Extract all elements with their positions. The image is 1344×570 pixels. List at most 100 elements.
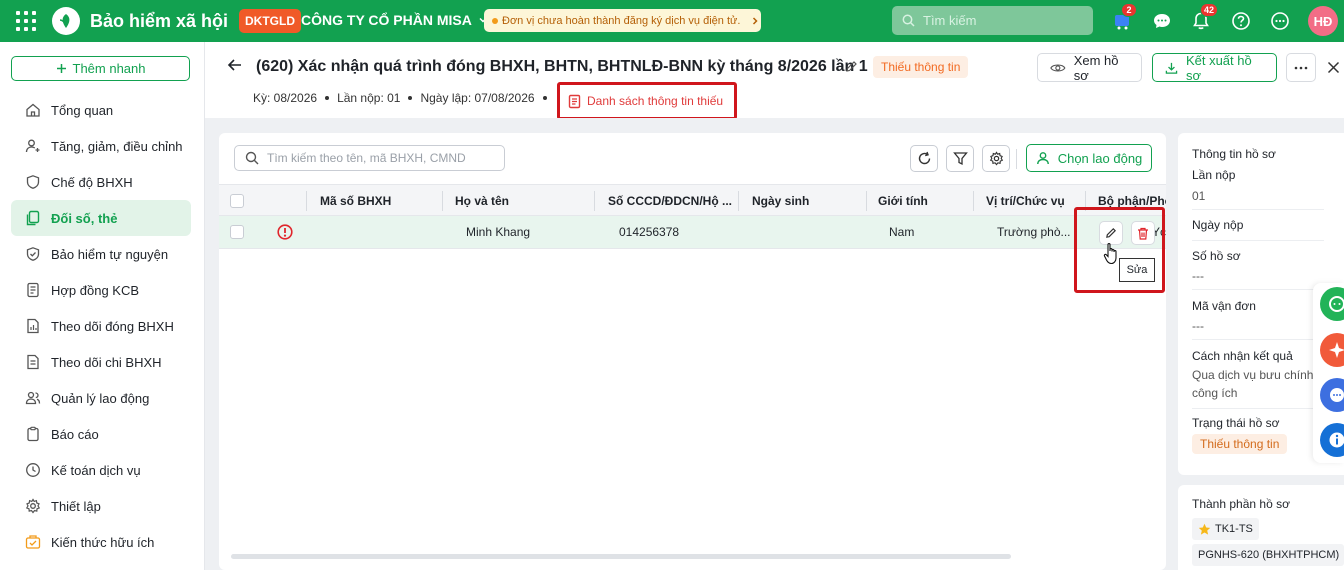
column-header-position[interactable]: Vị trí/Chức vụ [986, 185, 1086, 216]
choose-worker-button[interactable]: Chọn lao động [1026, 144, 1152, 172]
sidebar-item-accounting[interactable]: Kế toán dịch vụ [11, 452, 191, 488]
close-icon[interactable] [1327, 61, 1340, 74]
table-row[interactable]: Minh Khang 014256378 Nam Trường phò... O… [219, 216, 1166, 249]
cell-position: Trường phò... [997, 225, 1071, 239]
column-header-id[interactable]: Số CCCD/ĐDCN/Hộ ... [608, 185, 733, 216]
missing-info-list-link[interactable]: Danh sách thông tin thiếu [557, 82, 737, 120]
column-divider [738, 191, 739, 211]
cell-name: Minh Khang [466, 225, 531, 239]
table-settings-button[interactable] [982, 145, 1010, 172]
sidebar-item-label: Tăng, giảm, điều chỉnh [51, 138, 183, 154]
view-file-label: Xem hồ sơ [1073, 52, 1119, 83]
sidebar-item-reports[interactable]: Báo cáo [11, 416, 191, 452]
apps-grid-icon[interactable] [16, 11, 36, 31]
separator-dot [542, 96, 547, 100]
info-button[interactable] [1320, 423, 1344, 457]
component-chip-tk1[interactable]: TK1-TS [1192, 518, 1259, 540]
page-title: (620) Xác nhận quá trình đóng BHXH, BHTN… [256, 58, 868, 75]
sidebar-item-adjustments[interactable]: Tăng, giảm, điều chỉnh [11, 128, 191, 164]
column-header-dob[interactable]: Ngày sinh [752, 185, 862, 216]
checkbox[interactable] [230, 193, 244, 208]
quick-add-button[interactable]: Thêm nhanh [11, 56, 190, 81]
sidebar-item-track-contributions[interactable]: Theo dõi đóng BHXH [11, 308, 191, 344]
column-header-gender[interactable]: Giới tính [878, 185, 973, 216]
select-all-checkbox[interactable] [230, 185, 250, 216]
contract-icon [27, 282, 39, 298]
checkbox[interactable] [230, 225, 244, 239]
chat-button[interactable] [1150, 9, 1174, 33]
document-list-icon [568, 94, 581, 108]
pencil-icon[interactable] [845, 60, 858, 73]
accounting-icon [26, 463, 40, 477]
filter-icon [952, 152, 968, 166]
cart-button[interactable]: 2 [1110, 3, 1137, 33]
service-warning-banner[interactable]: Đơn vị chưa hoàn thành đăng ký dịch vụ đ… [484, 9, 761, 32]
info-file-no-value: --- [1192, 269, 1204, 283]
more-actions-button[interactable] [1286, 53, 1316, 82]
sidebar-item-overview[interactable]: Tổng quan [11, 92, 191, 128]
info-receive-label: Cách nhận kết quả [1192, 349, 1293, 363]
filter-button[interactable] [946, 145, 974, 172]
separator-dot [325, 96, 330, 100]
info-tracking-value: --- [1192, 319, 1204, 333]
row-checkbox[interactable] [230, 216, 250, 248]
column-header-name[interactable]: Họ và tên [455, 185, 585, 216]
company-code-badge: DKTGLD [239, 9, 301, 33]
sidebar-item-voluntary[interactable]: Bảo hiểm tự nguyện [11, 236, 191, 272]
view-file-button[interactable]: Xem hồ sơ [1037, 52, 1142, 83]
chat-bubble-icon [1329, 296, 1344, 312]
shield-check-icon [26, 247, 40, 261]
support-chat-button[interactable] [1320, 287, 1344, 321]
component-chip-pgnhs[interactable]: PGNHS-620 (BHXHTPHCM) [1192, 544, 1344, 566]
help-icon [1232, 12, 1250, 30]
search-icon [902, 14, 915, 27]
sidebar-item-benefits[interactable]: Chế độ BHXH [11, 164, 191, 200]
sidebar-item-knowledge[interactable]: Kiến thức hữu ích [11, 524, 191, 560]
global-search-input[interactable]: Tìm kiếm [892, 6, 1093, 35]
column-divider [973, 191, 974, 211]
back-arrow-icon[interactable] [227, 57, 243, 73]
sidebar-item-kcb-contract[interactable]: Hợp đồng KCB [11, 272, 191, 308]
info-heading: Thông tin hồ sơ [1192, 147, 1276, 161]
separator-dot [408, 96, 413, 100]
period-text: Kỳ: 08/2026 [253, 91, 318, 105]
help-button[interactable] [1229, 9, 1253, 33]
column-header-bhxh[interactable]: Mã số BHXH [320, 185, 435, 216]
table-search-input[interactable]: Tìm kiếm theo tên, mã BHXH, CMND [234, 145, 505, 171]
info-divider [1192, 408, 1324, 409]
refresh-button[interactable] [910, 145, 938, 172]
quick-add-label: Thêm nhanh [72, 61, 146, 76]
export-file-button[interactable]: Kết xuất hồ sơ [1152, 53, 1277, 83]
horizontal-scrollbar[interactable] [231, 554, 1011, 559]
user-avatar[interactable]: HĐ [1308, 6, 1338, 36]
sidebar-item-label: Chế độ BHXH [51, 174, 133, 190]
sidebar-item-track-payouts[interactable]: Theo dõi chi BHXH [11, 344, 191, 380]
sidebar-item-workforce[interactable]: Quản lý lao động [11, 380, 191, 416]
sidebar-item-books-cards[interactable]: Đối số, thẻ [11, 200, 191, 236]
top-bar: Bảo hiểm xã hội DKTGLD CÔNG TY CỔ PHẦN M… [0, 0, 1344, 42]
sparkle-icon [1329, 342, 1344, 358]
info-submission: Lần nộp 01 [1192, 168, 1324, 205]
info-divider [1192, 209, 1324, 210]
company-selector[interactable]: CÔNG TY CỔ PHẦN MISA [301, 12, 488, 28]
column-divider [866, 191, 867, 211]
edit-tooltip: Sửa [1119, 258, 1155, 282]
info-submit-date: Ngày nộp [1192, 218, 1324, 232]
missing-info-link-label: Danh sách thông tin thiếu [587, 94, 724, 108]
messenger-button[interactable] [1320, 378, 1344, 412]
sidebar-item-settings[interactable]: Thiết lập [11, 488, 191, 524]
cart-badge: 2 [1121, 3, 1137, 17]
notification-button[interactable]: 42 [1189, 3, 1219, 33]
chat-icon [1154, 14, 1170, 28]
user-icon [1036, 152, 1049, 165]
column-divider [442, 191, 443, 211]
info-status-badge: Thiếu thông tin [1192, 434, 1288, 454]
cell-id: 014256378 [619, 225, 680, 239]
page-header: (620) Xác nhận quá trình đóng BHXH, BHTN… [205, 42, 1344, 120]
users-icon [25, 391, 41, 405]
search-icon [245, 151, 259, 165]
info-heading-block: Thông tin hồ sơ [1192, 147, 1324, 161]
ai-assistant-button[interactable] [1320, 333, 1344, 367]
more-apps-button[interactable] [1268, 9, 1292, 33]
column-divider [594, 191, 595, 211]
